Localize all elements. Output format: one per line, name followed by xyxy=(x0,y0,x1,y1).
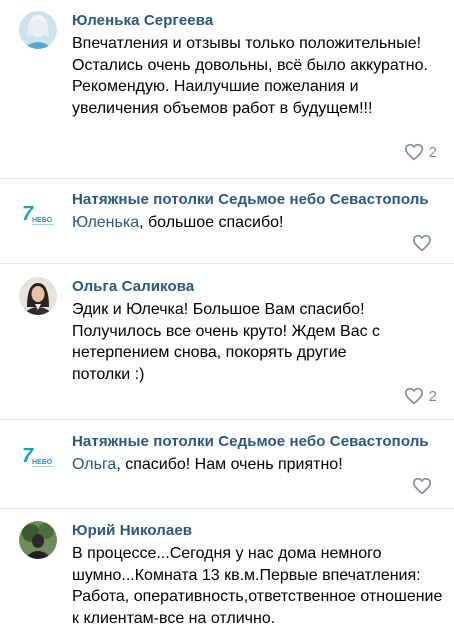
heart-outline-icon xyxy=(404,387,423,405)
comment-text: Эдик и Юлечка! Большое Вам спасибо! Полу… xyxy=(72,301,381,383)
comment-author[interactable]: Натяжные потолки Седьмое небо Севастопол… xyxy=(72,191,429,208)
comment-text-body: , спасибо! Нам очень приятно! xyxy=(116,456,343,473)
mention-link[interactable]: Юленька xyxy=(72,214,139,231)
comment-author[interactable]: Ольга Саликова xyxy=(72,278,194,295)
like-button[interactable] xyxy=(412,234,437,252)
comment-text: Впечатления и отзывы только положительны… xyxy=(72,35,428,117)
comment-2: 7 НЕБО Натяжные потолки Седьмое небо Сев… xyxy=(0,179,454,263)
like-button[interactable]: 2 xyxy=(404,143,437,161)
comment-5: Юрий Николаев В процессе...Сегодня у нас… xyxy=(0,509,454,630)
comment-1: Юленька Сергеева Впечатления и отзывы то… xyxy=(0,0,454,180)
comment-text: Юленька, большое спасибо! xyxy=(72,212,447,234)
heart-outline-icon xyxy=(413,234,431,252)
comment-author[interactable]: Юленька Сергеева xyxy=(72,12,213,29)
heart-outline-icon xyxy=(413,477,431,495)
like-count: 2 xyxy=(428,387,437,405)
mention-link[interactable]: Ольга xyxy=(72,456,116,473)
comment-text: Ольга, спасибо! Нам очень приятно! xyxy=(72,454,447,476)
like-count: 2 xyxy=(428,143,437,161)
avatar[interactable] xyxy=(19,11,57,49)
logo-word: НЕБО xyxy=(32,217,53,224)
comment-3: Ольга Саликова Эдик и Юлечка! Большое Ва… xyxy=(0,264,454,420)
heart-outline-icon xyxy=(404,143,423,161)
avatar[interactable] xyxy=(19,521,57,559)
brand-logo-avatar[interactable]: 7 НЕБО xyxy=(19,193,57,231)
logo-word: НЕБО xyxy=(32,459,53,466)
brand-logo-avatar[interactable]: 7 НЕБО xyxy=(19,435,57,473)
like-button[interactable]: 2 xyxy=(404,387,437,405)
avatar[interactable] xyxy=(19,277,57,315)
comment-text-body: , большое спасибо! xyxy=(139,214,284,231)
like-button[interactable] xyxy=(412,477,437,495)
comment-text: В процессе...Сегодня у нас дома немного … xyxy=(72,545,443,627)
comment-4: 7 НЕБО Натяжные потолки Седьмое небо Сев… xyxy=(0,420,454,508)
comment-author[interactable]: Юрий Николаев xyxy=(72,522,192,539)
comment-author[interactable]: Натяжные потолки Седьмое небо Севастопол… xyxy=(72,433,429,450)
